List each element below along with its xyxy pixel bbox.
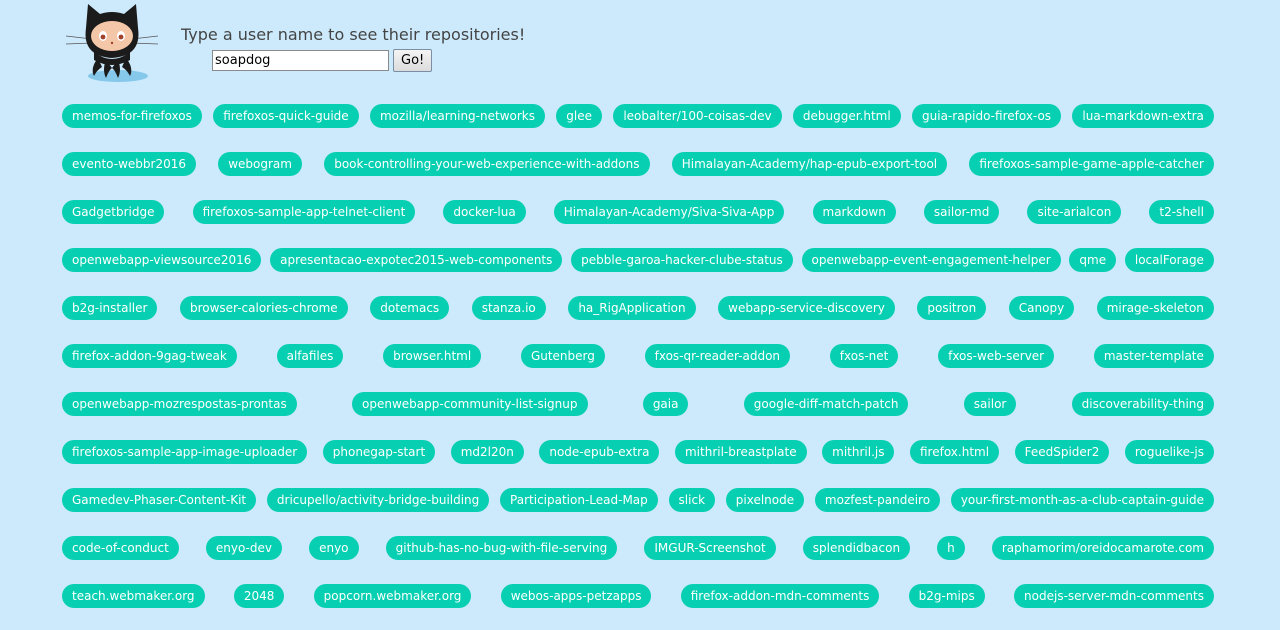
go-button[interactable]: Go! bbox=[393, 49, 433, 72]
repo-row: openwebapp-viewsource2016 apresentacao-ex… bbox=[62, 248, 1214, 272]
repo-pill[interactable]: node-epub-extra bbox=[539, 440, 660, 464]
repo-pill[interactable]: mozilla/learning-networks bbox=[369, 104, 545, 128]
repo-pill[interactable]: apresentacao-expotec2015-web-components bbox=[270, 248, 563, 272]
username-search-form: Go! bbox=[212, 49, 433, 72]
repo-pill[interactable]: b2g-installer bbox=[62, 296, 158, 320]
repo-pill[interactable]: splendidbacon bbox=[802, 536, 911, 560]
repo-pill[interactable]: openwebapp-community-list-signup bbox=[352, 392, 588, 416]
repo-pill[interactable]: gaia bbox=[642, 392, 689, 416]
repo-pill[interactable]: memos-for-firefoxos bbox=[62, 104, 202, 128]
repo-pill[interactable]: stanza.io bbox=[471, 296, 546, 320]
repo-pill[interactable]: qme bbox=[1069, 248, 1117, 272]
repo-pill[interactable]: discoverability-thing bbox=[1071, 392, 1214, 416]
repo-pill[interactable]: md2l20n bbox=[450, 440, 524, 464]
repo-pill[interactable]: fxos-qr-reader-addon bbox=[644, 344, 791, 368]
repo-pill[interactable]: positron bbox=[917, 296, 987, 320]
repo-pill[interactable]: pixelnode bbox=[725, 488, 805, 512]
repo-pill[interactable]: raphamorim/oreidocamarote.com bbox=[991, 536, 1214, 560]
repo-pill[interactable]: glee bbox=[556, 104, 603, 128]
repo-pill[interactable]: master-template bbox=[1093, 344, 1214, 368]
repo-pill[interactable]: firefoxos-sample-game-apple-catcher bbox=[969, 152, 1214, 176]
repo-pill[interactable]: lua-markdown-extra bbox=[1072, 104, 1214, 128]
repo-pill[interactable]: openwebapp-viewsource2016 bbox=[62, 248, 262, 272]
repo-pill[interactable]: webapp-service-discovery bbox=[718, 296, 895, 320]
repo-pill[interactable]: Participation-Lead-Map bbox=[500, 488, 658, 512]
repo-pill[interactable]: Canopy bbox=[1008, 296, 1075, 320]
repo-pill[interactable]: sailor-md bbox=[923, 200, 1000, 224]
repo-pill[interactable]: phonegap-start bbox=[322, 440, 436, 464]
repo-pill[interactable]: firefox-addon-mdn-comments bbox=[680, 584, 880, 608]
repo-pill[interactable]: browser.html bbox=[383, 344, 482, 368]
repo-pill[interactable]: localForage bbox=[1124, 248, 1214, 272]
repo-pill[interactable]: firefoxos-sample-app-image-uploader bbox=[62, 440, 308, 464]
repo-pill[interactable]: firefox.html bbox=[910, 440, 1000, 464]
repo-pill[interactable]: t2-shell bbox=[1149, 200, 1214, 224]
repo-pill[interactable]: docker-lua bbox=[443, 200, 526, 224]
repo-row: firefox-addon-9gag-tweak alfafiles browser… bbox=[62, 344, 1214, 368]
repository-list: memos-for-firefoxos firefoxos-quick-guide… bbox=[62, 104, 1214, 608]
repo-pill[interactable]: mithril-breastplate bbox=[674, 440, 807, 464]
repo-row: firefoxos-sample-app-image-uploader phone… bbox=[62, 440, 1214, 464]
repo-pill[interactable]: Gutenberg bbox=[520, 344, 605, 368]
repo-pill[interactable]: site-arialcon bbox=[1027, 200, 1122, 224]
repo-pill[interactable]: pebble-garoa-hacker-clube-status bbox=[571, 248, 793, 272]
repo-pill[interactable]: b2g-mips bbox=[908, 584, 985, 608]
instruction-text: Type a user name to see their repositori… bbox=[181, 25, 526, 44]
repo-row: code-of-conduct enyo-dev enyo github-has-no… bbox=[62, 536, 1214, 560]
repo-pill[interactable]: debugger.html bbox=[792, 104, 901, 128]
repo-pill[interactable]: openwebapp-event-engagement-helper bbox=[801, 248, 1061, 272]
repo-pill[interactable]: browser-calories-chrome bbox=[179, 296, 348, 320]
repo-pill[interactable]: webos-apps-petzapps bbox=[500, 584, 652, 608]
repo-pill[interactable]: nodejs-server-mdn-comments bbox=[1014, 584, 1214, 608]
repo-pill[interactable]: dotemacs bbox=[370, 296, 450, 320]
repo-pill[interactable]: IMGUR-Screenshot bbox=[644, 536, 776, 560]
repo-pill[interactable]: Gadgetbridge bbox=[62, 200, 165, 224]
repo-pill[interactable]: Gamedev-Phaser-Content-Kit bbox=[62, 488, 257, 512]
octocat-icon bbox=[65, 4, 159, 82]
repo-pill[interactable]: openwebapp-mozrespostas-prontas bbox=[62, 392, 297, 416]
repo-row: memos-for-firefoxos firefoxos-quick-guide… bbox=[62, 104, 1214, 128]
repo-pill[interactable]: dricupello/activity-bridge-building bbox=[266, 488, 490, 512]
repo-pill[interactable]: fxos-net bbox=[829, 344, 899, 368]
repo-row: evento-webbr2016 webogram book-controlling… bbox=[62, 152, 1214, 176]
repo-pill[interactable]: FeedSpider2 bbox=[1014, 440, 1110, 464]
repo-pill[interactable]: Himalayan-Academy/hap-epub-export-tool bbox=[671, 152, 948, 176]
repo-pill[interactable]: sailor bbox=[963, 392, 1017, 416]
repo-pill[interactable]: your-first-month-as-a-club-captain-guide bbox=[950, 488, 1214, 512]
repo-pill[interactable]: enyo-dev bbox=[205, 536, 282, 560]
repo-pill[interactable]: mirage-skeleton bbox=[1096, 296, 1214, 320]
repo-pill[interactable]: github-has-no-bug-with-file-serving bbox=[385, 536, 618, 560]
repo-pill[interactable]: firefox-addon-9gag-tweak bbox=[62, 344, 237, 368]
repo-pill[interactable]: ha_RigApplication bbox=[568, 296, 696, 320]
repo-row: b2g-installer browser-calories-chrome dote… bbox=[62, 296, 1214, 320]
repo-row: openwebapp-mozrespostas-prontas openwebap… bbox=[62, 392, 1214, 416]
repo-pill[interactable]: mozfest-pandeiro bbox=[814, 488, 941, 512]
repo-pill[interactable]: webogram bbox=[218, 152, 302, 176]
repo-pill[interactable]: evento-webbr2016 bbox=[62, 152, 196, 176]
username-input[interactable] bbox=[212, 50, 389, 71]
repo-row: Gamedev-Phaser-Content-Kit dricupello/act… bbox=[62, 488, 1214, 512]
repo-row: Gadgetbridge firefoxos-sample-app-telnet-… bbox=[62, 200, 1214, 224]
repo-pill[interactable]: h bbox=[937, 536, 965, 560]
repo-pill[interactable]: popcorn.webmaker.org bbox=[313, 584, 472, 608]
repo-pill[interactable]: alfafiles bbox=[276, 344, 344, 368]
repo-pill[interactable]: Himalayan-Academy/Siva-Siva-App bbox=[553, 200, 785, 224]
repo-pill[interactable]: fxos-web-server bbox=[938, 344, 1055, 368]
repo-row: teach.webmaker.org 2048 popcorn.webmaker.o… bbox=[62, 584, 1214, 608]
repo-pill[interactable]: mithril.js bbox=[822, 440, 895, 464]
repo-pill[interactable]: firefoxos-sample-app-telnet-client bbox=[192, 200, 416, 224]
repo-pill[interactable]: slick bbox=[668, 488, 716, 512]
repo-pill[interactable]: 2048 bbox=[233, 584, 285, 608]
repo-pill[interactable]: book-controlling-your-web-experience-wit… bbox=[324, 152, 650, 176]
repo-pill[interactable]: markdown bbox=[812, 200, 896, 224]
repo-pill[interactable]: guia-rapido-firefox-os bbox=[912, 104, 1062, 128]
repo-pill[interactable]: enyo bbox=[309, 536, 359, 560]
repo-pill[interactable]: roguelike-js bbox=[1124, 440, 1214, 464]
repo-pill[interactable]: code-of-conduct bbox=[62, 536, 179, 560]
repo-pill[interactable]: teach.webmaker.org bbox=[62, 584, 205, 608]
repo-pill[interactable]: firefoxos-quick-guide bbox=[213, 104, 359, 128]
repo-pill[interactable]: google-diff-match-patch bbox=[743, 392, 909, 416]
repo-pill[interactable]: leobalter/100-coisas-dev bbox=[613, 104, 782, 128]
